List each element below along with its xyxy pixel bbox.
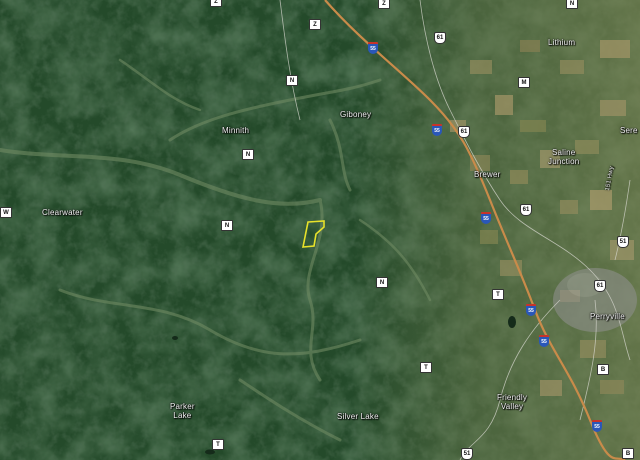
map-terrain[interactable] — [0, 0, 640, 460]
route-shield-i55[interactable]: 55 — [432, 124, 442, 136]
place-label-saline-junction: Saline Junction — [548, 148, 580, 166]
route-shield-us51[interactable]: 51 — [617, 236, 629, 248]
route-shield-i55[interactable]: 55 — [526, 304, 536, 316]
route-shield-us61[interactable]: 61 — [434, 32, 446, 44]
place-label-sere: Sere — [620, 126, 638, 135]
place-label-lithium: Lithium — [548, 38, 576, 47]
place-label-clearwater: Clearwater — [42, 208, 83, 217]
route-shield-n[interactable]: N — [242, 149, 254, 160]
route-shield-us61[interactable]: 61 — [458, 126, 470, 138]
route-shield-i55[interactable]: 55 — [592, 420, 602, 432]
route-shield-t[interactable]: T — [212, 439, 224, 450]
route-shield-us51[interactable]: 51 — [461, 448, 473, 460]
place-label-parker-lake: Parker Lake — [170, 402, 195, 420]
route-shield-i55[interactable]: 55 — [539, 335, 549, 347]
route-shield-n[interactable]: N — [286, 75, 298, 86]
route-shield-i55[interactable]: 55 — [481, 212, 491, 224]
route-shield-t[interactable]: T — [492, 289, 504, 300]
route-shield-i55[interactable]: 55 — [368, 42, 378, 54]
place-label-friendly-valley: Friendly Valley — [497, 393, 528, 411]
route-shield-z[interactable]: Z — [309, 19, 321, 30]
route-shield-t[interactable]: T — [420, 362, 432, 373]
route-shield-w[interactable]: W — [0, 207, 12, 218]
route-shield-n[interactable]: N — [566, 0, 578, 9]
place-label-brewer: Brewer — [474, 170, 501, 179]
place-label-giboney: Giboney — [340, 110, 372, 119]
place-label-silver-lake: Silver Lake — [337, 412, 379, 421]
route-shield-z[interactable]: Z — [210, 0, 222, 7]
route-shield-us61[interactable]: 61 — [594, 280, 606, 292]
route-shield-us61[interactable]: 61 — [520, 204, 532, 216]
route-shield-z[interactable]: Z — [378, 0, 390, 9]
place-label-minnith: Minnith — [222, 126, 250, 135]
place-label-perryville: Perryville — [590, 312, 625, 321]
route-shield-b[interactable]: B — [597, 364, 609, 375]
route-shield-n[interactable]: N — [376, 277, 388, 288]
satellite-map[interactable]: Lithium Minnith Giboney Saline Junction … — [0, 0, 640, 460]
route-shield-b[interactable]: B — [622, 448, 634, 459]
route-shield-n[interactable]: N — [221, 220, 233, 231]
route-shield-m[interactable]: M — [518, 77, 530, 88]
